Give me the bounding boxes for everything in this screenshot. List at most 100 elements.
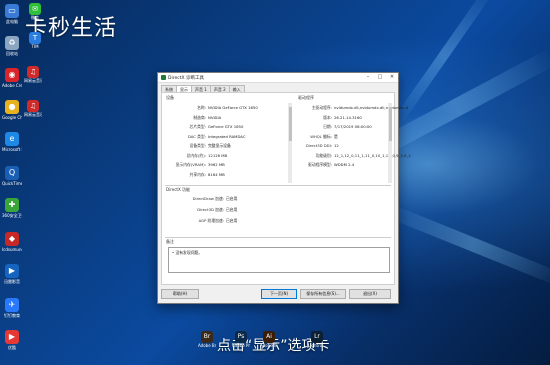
info-key: 日期: xyxy=(323,124,332,129)
info-row: Direct3D DDI: 12 xyxy=(294,143,339,148)
directx-group-title: DirectX 功能 xyxy=(166,187,190,192)
info-key: Direct3D DDI: xyxy=(305,143,332,148)
desktop-icon-label: 钉钉教育 xyxy=(4,313,20,318)
quicktime-icon: Q xyxy=(5,166,19,180)
desktop-icon-label: TIM xyxy=(31,44,39,49)
maximize-button[interactable]: □ xyxy=(374,73,386,82)
desktop-icon[interactable]: ♫ 网易云音乐 xyxy=(24,100,42,117)
app-shortcut[interactable]: Lr Lightro... xyxy=(308,331,326,348)
help-button[interactable]: 帮助(H) xyxy=(161,289,199,299)
info-value: 12_1,12_0,11_1,11_0,10_1,10_0,9_3,9_2 xyxy=(334,152,411,158)
desktop-icon[interactable]: QQuickTime Player xyxy=(2,166,22,186)
desktop-icon[interactable]: ▭ 此电脑 xyxy=(2,4,22,24)
info-row: 总内存(约): 12126 MB xyxy=(166,152,228,159)
info-value: 12 xyxy=(334,143,339,148)
info-key: DirectDraw 加速: xyxy=(192,196,224,201)
info-key: 共享内存: xyxy=(189,171,206,177)
desktop-icon[interactable]: ▶ 优酷 xyxy=(2,330,22,350)
desktop-icon-label: QuickTime Player xyxy=(2,181,22,186)
desktop-icon-label: 迅雷影音 xyxy=(4,279,20,284)
driver-group-title: 驱动程序 xyxy=(298,95,314,100)
desktop-icon[interactable]: T TIM xyxy=(26,32,44,49)
info-key: 总内存(约): xyxy=(186,152,206,158)
close-button[interactable]: ✕ xyxy=(386,73,398,82)
app-shortcut-label: Adobe Illustrat... xyxy=(260,343,278,348)
desktop-icon-label: 360安全卫士 xyxy=(2,213,22,218)
desktop-icon-label: Adobe Creati... xyxy=(2,83,22,88)
player-icon: ▶ xyxy=(5,264,19,278)
info-row: 日期: 7/17/2019 08:00:00 xyxy=(294,124,372,130)
recycle-bin-icon: ♻ xyxy=(5,36,19,50)
desktop-icon[interactable]: ✚360安全卫士 xyxy=(2,198,22,218)
dxdiag-app-icon xyxy=(161,75,166,80)
device-scrollbar[interactable] xyxy=(288,103,292,183)
info-key: 主驱动程序: xyxy=(311,105,332,110)
desktop-icon[interactable]: ▶ 迅雷影音 xyxy=(2,264,22,284)
desktop-icon[interactable]: eMicrosoft Edge xyxy=(2,132,22,152)
exit-button[interactable]: 退出(X) xyxy=(349,289,391,299)
info-row: 功能级别: 12_1,12_0,11_1,11_0,10_1,10_0,9_3,9… xyxy=(294,153,411,159)
desktop-icon-label: 微信 xyxy=(31,15,39,20)
info-key: 显示内存(VRAM): xyxy=(175,162,206,167)
info-row: AGP 纹理加速: 已启用 xyxy=(166,218,238,224)
notes-box[interactable]: • 没有发现问题。 xyxy=(168,247,390,273)
scrollbar-thumb[interactable] xyxy=(288,107,292,141)
next-page-button[interactable]: 下一页(N) xyxy=(261,289,297,299)
desktop-icon[interactable]: ♫ 网易云音乐 xyxy=(24,66,42,83)
desktop-icon-label: 优酷 xyxy=(8,345,16,350)
app-shortcut[interactable]: BrAdobe Bridge ... xyxy=(198,331,216,348)
youku-icon: ▶ xyxy=(5,330,19,344)
info-key: 制造商: xyxy=(193,114,206,120)
divider xyxy=(165,237,391,238)
app-shortcut[interactable]: PsAdobe Photosh... xyxy=(232,331,250,348)
save-all-info-button[interactable]: 保存所有信息(S)... xyxy=(300,289,346,299)
info-value: 8164 MB xyxy=(208,171,225,177)
bridge-icon: Br xyxy=(201,331,213,343)
info-key: 名称: xyxy=(197,105,206,110)
desktop-icon-label: 此电脑 xyxy=(6,19,18,24)
info-value: 已启用 xyxy=(226,207,238,212)
info-key: 设备类型: xyxy=(189,143,206,148)
edge-icon: e xyxy=(5,132,19,146)
illustrator-icon: Ai xyxy=(263,331,275,343)
desktop-icon-label: 回收站 xyxy=(6,51,18,56)
info-value: 已启用 xyxy=(226,218,238,223)
desktop-icon[interactable]: ◉Adobe Creati... xyxy=(2,68,22,88)
tab-strip: 系统 显示 声音 1 声音 2 输入 xyxy=(161,85,245,93)
info-key: Direct3D 加速: xyxy=(197,207,224,212)
desktop-icon[interactable]: ✉ 微信 xyxy=(26,3,44,20)
info-row: 制造商: NVIDIA xyxy=(166,115,221,121)
netease-music-icon: ♫ xyxy=(27,66,39,78)
app-shortcut[interactable]: AiAdobe Illustrat... xyxy=(260,331,278,348)
info-value: 已启用 xyxy=(226,196,238,201)
desktop-icon-label: Google Chrome xyxy=(2,115,22,120)
wechat-icon: ✉ xyxy=(29,3,41,15)
info-value: 7/17/2019 08:00:00 xyxy=(334,124,372,129)
desktop-icon[interactable]: ●Google Chrome xyxy=(2,100,22,120)
netease-music-icon: ♫ xyxy=(27,100,39,112)
desktop-icon[interactable]: ◆ Icdsumunc xyxy=(2,232,22,252)
scrollbar-thumb[interactable] xyxy=(388,107,392,141)
notes-group-title: 备注 xyxy=(166,239,174,244)
title-bar[interactable]: DirectX 诊断工具 – □ ✕ xyxy=(158,73,398,83)
driver-scrollbar[interactable] xyxy=(388,103,392,183)
info-row: 显示内存(VRAM): 3962 MB xyxy=(166,162,225,168)
desktop-icon[interactable]: ♻ 回收站 xyxy=(2,36,22,56)
desktop-icon[interactable]: ✈ 钉钉教育 xyxy=(2,298,22,318)
info-key: 版本: xyxy=(323,114,332,120)
window-title: DirectX 诊断工具 xyxy=(168,76,204,81)
info-row: Direct3D 加速: 已启用 xyxy=(166,207,237,213)
app-icon: ◆ xyxy=(5,232,19,246)
info-value: 3962 MB xyxy=(208,162,225,167)
info-row: 共享内存: 8164 MB xyxy=(166,172,225,178)
info-key: AGP 纹理加速: xyxy=(198,218,224,223)
dingtalk-icon: ✈ xyxy=(5,298,19,312)
minimize-button[interactable]: – xyxy=(362,73,374,82)
info-row: DAC 类型: Integrated RAMDAC xyxy=(166,134,246,140)
info-value: WDDM 2.4 xyxy=(334,162,355,167)
desktop-icon-label: 网易云音乐 xyxy=(24,78,42,83)
device-group-title: 设备 xyxy=(166,95,174,100)
info-value: NVIDIA xyxy=(208,114,222,120)
info-row: DirectDraw 加速: 已启用 xyxy=(166,196,238,202)
info-row: 名称: NVIDIA GeForce GTX 1650 xyxy=(166,105,258,111)
